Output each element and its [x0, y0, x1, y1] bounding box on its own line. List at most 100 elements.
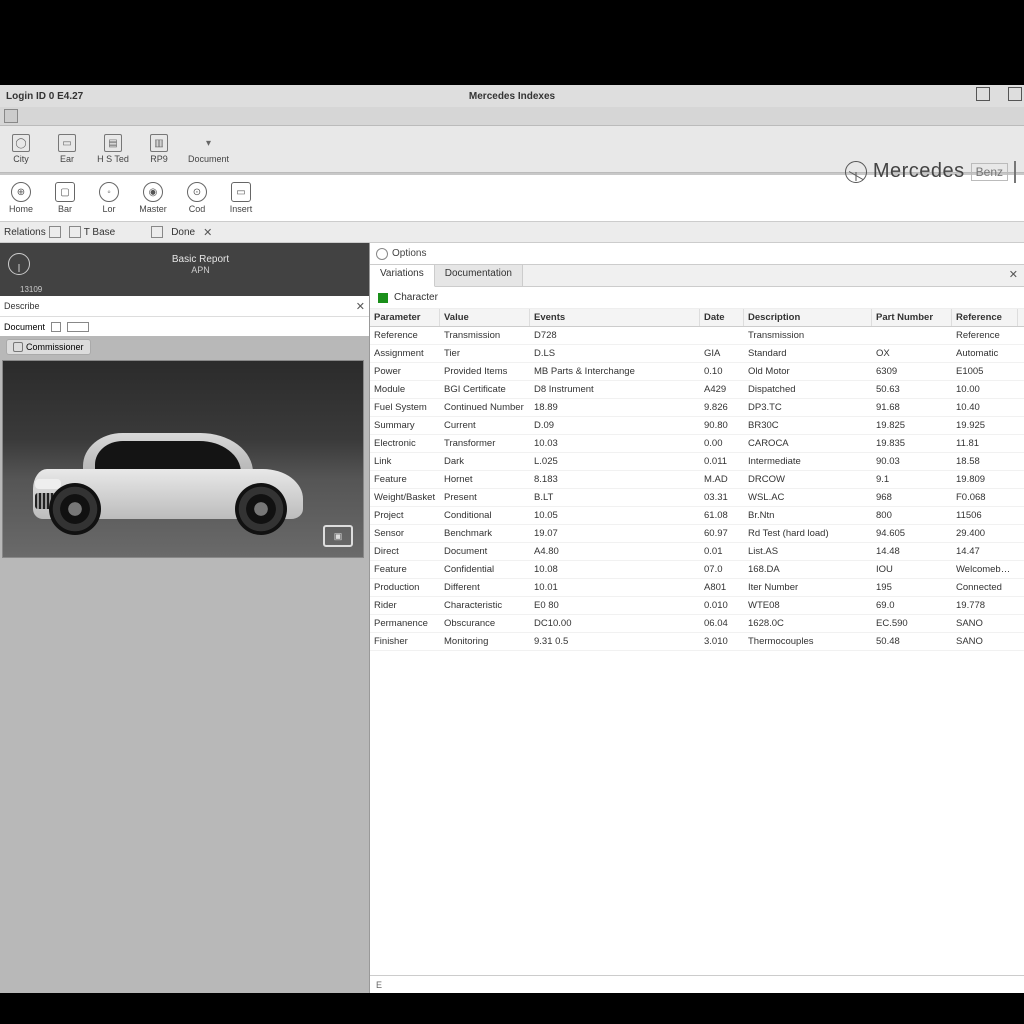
cell: Confidential: [440, 561, 530, 578]
maximize-button[interactable]: [1008, 87, 1022, 101]
toolbar2-button-2[interactable]: ◦Lor: [92, 182, 126, 214]
toolbar1-icon-1: ▭: [58, 134, 76, 152]
table-row[interactable]: FeatureConfidential10.0807.0168.DAIOUWel…: [370, 561, 1024, 579]
toolbar1-button-2[interactable]: ▤H S Ted: [96, 134, 130, 164]
table-row[interactable]: ReferenceTransmissionD728TransmissionRef…: [370, 327, 1024, 345]
minimize-button[interactable]: [976, 87, 990, 101]
column-header-5[interactable]: Part Number: [872, 309, 952, 326]
cell: D728: [530, 327, 700, 344]
column-header-6[interactable]: Reference: [952, 309, 1018, 326]
vehicle-header: Basic Report APN: [0, 243, 369, 285]
column-header-1[interactable]: Value: [440, 309, 530, 326]
table-row[interactable]: ProductionDifferent10.01A801Iter Number1…: [370, 579, 1024, 597]
table-row[interactable]: SummaryCurrentD.0990.80BR30C19.82519.925: [370, 417, 1024, 435]
toolbar2-button-0[interactable]: ⊕Home: [4, 182, 38, 214]
cell: Characteristic: [440, 597, 530, 614]
cell: Conditional: [440, 507, 530, 524]
filter-done[interactable]: Done: [171, 227, 195, 238]
table-row[interactable]: ElectronicTransformer10.030.00CAROCA19.8…: [370, 435, 1024, 453]
cell: 8.183: [530, 471, 700, 488]
table-row[interactable]: PowerProvided ItemsMB Parts & Interchang…: [370, 363, 1024, 381]
table-row[interactable]: LinkDarkL.0250.011Intermediate90.0318.58: [370, 453, 1024, 471]
cell: Assignment: [370, 345, 440, 362]
settings-icon[interactable]: ✕: [203, 226, 212, 239]
table-row[interactable]: ProjectConditional10.0561.08Br.Ntn800115…: [370, 507, 1024, 525]
toolbar2-icon-4: ⊙: [187, 182, 207, 202]
cell: WTE08: [744, 597, 872, 614]
left-filler: [0, 560, 369, 993]
toolbar2-button-3[interactable]: ◉Master: [136, 182, 170, 214]
table-row[interactable]: DirectDocumentA4.800.01List.AS14.4814.47: [370, 543, 1024, 561]
cell: 14.47: [952, 543, 1018, 560]
cell: L.025: [530, 453, 700, 470]
data-grid[interactable]: ParameterValueEventsDateDescriptionPart …: [370, 309, 1024, 975]
describe-label: Describe: [4, 301, 40, 311]
folder-icon: [69, 226, 81, 238]
cell: Power: [370, 363, 440, 380]
table-row[interactable]: SensorBenchmark19.0760.97Rd Test (hard l…: [370, 525, 1024, 543]
tab-documentation[interactable]: Documentation: [435, 265, 523, 286]
toolbar2-button-1[interactable]: ▢Bar: [48, 182, 82, 214]
cell: F0.068: [952, 489, 1018, 506]
cell: 0.010: [700, 597, 744, 614]
cell: 10.05: [530, 507, 700, 524]
cell: 14.48: [872, 543, 952, 560]
document-label: Document: [4, 322, 45, 332]
cell: Transformer: [440, 435, 530, 452]
tab-bar: Variations Documentation ✕: [370, 265, 1024, 287]
cell: Standard: [744, 345, 872, 362]
close-button[interactable]: ✕: [356, 300, 365, 313]
cell: Project: [370, 507, 440, 524]
cell: WSL.AC: [744, 489, 872, 506]
cell: 29.400: [952, 525, 1018, 542]
toolbar1-button-0[interactable]: ◯City: [4, 134, 38, 164]
toolbar1-button-3[interactable]: ▥RP9: [142, 134, 176, 164]
column-header-3[interactable]: Date: [700, 309, 744, 326]
cell: BR30C: [744, 417, 872, 434]
cell: 3.010: [700, 633, 744, 650]
table-row[interactable]: AssignmentTierD.LSGIAStandardOXAutomatic: [370, 345, 1024, 363]
left-pane: Basic Report APN 13109 Describe ✕ Docume…: [0, 243, 370, 993]
filter-tbase-label: T Base: [84, 227, 116, 238]
cell: 90.80: [700, 417, 744, 434]
table-row[interactable]: Fuel SystemContinued Number18.899.826DP3…: [370, 399, 1024, 417]
expand-icon[interactable]: ▣: [323, 525, 353, 547]
table-row[interactable]: FeatureHornet8.183M.ADDRCOW9.119.809: [370, 471, 1024, 489]
cell: Thermocouples: [744, 633, 872, 650]
filter-tbase[interactable]: T Base: [69, 226, 116, 238]
status-text: E: [376, 980, 382, 990]
tab-variations[interactable]: Variations: [370, 265, 435, 287]
toolbar2-button-5[interactable]: ▭Insert: [224, 182, 258, 214]
table-row[interactable]: FinisherMonitoring9.31 0.53.010Thermocou…: [370, 633, 1024, 651]
cell: OX: [872, 345, 952, 362]
column-header-4[interactable]: Description: [744, 309, 872, 326]
cell: 10.40: [952, 399, 1018, 416]
close-tab-button[interactable]: ✕: [1009, 268, 1018, 281]
cell: Finisher: [370, 633, 440, 650]
table-row[interactable]: PermanenceObscuranceDC10.0006.041628.0CE…: [370, 615, 1024, 633]
column-header-0[interactable]: Parameter: [370, 309, 440, 326]
column-header-2[interactable]: Events: [530, 309, 700, 326]
cell: Intermediate: [744, 453, 872, 470]
table-row[interactable]: ModuleBGI CertificateD8 InstrumentA429Di…: [370, 381, 1024, 399]
cell: DC10.00: [530, 615, 700, 632]
commissioner-chip[interactable]: Commissioner: [6, 339, 91, 355]
cell: Old Motor: [744, 363, 872, 380]
toolbar2-button-4[interactable]: ⊙Cod: [180, 182, 214, 214]
cell: Electronic: [370, 435, 440, 452]
cell: Dark: [440, 453, 530, 470]
cell: A801: [700, 579, 744, 596]
status-bar: E: [370, 975, 1024, 993]
cell: [872, 327, 952, 344]
toolbar1-button-1[interactable]: ▭Ear: [50, 134, 84, 164]
cell: 11.81: [952, 435, 1018, 452]
table-row[interactable]: Weight/BasketPresentB.LT03.31WSL.AC968F0…: [370, 489, 1024, 507]
filter-relations[interactable]: Relations: [4, 226, 61, 238]
toolbar1-button-4[interactable]: ▾Document: [188, 134, 229, 164]
cell: 0.00: [700, 435, 744, 452]
vehicle-thumbnail[interactable]: ▣: [2, 360, 364, 558]
cell: 94.605: [872, 525, 952, 542]
cell: SANO: [952, 615, 1018, 632]
table-row[interactable]: RiderCharacteristicE0 800.010WTE0869.019…: [370, 597, 1024, 615]
grid-icon[interactable]: [151, 226, 163, 238]
